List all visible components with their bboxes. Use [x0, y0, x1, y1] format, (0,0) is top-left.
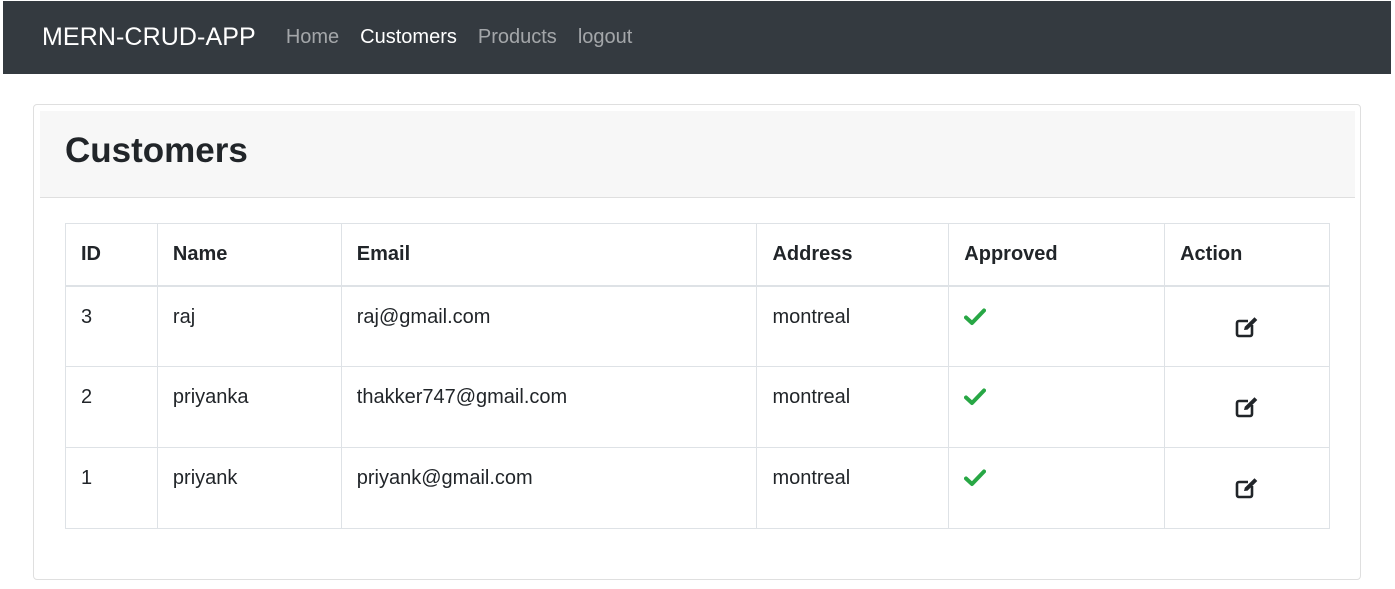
column-header-address: Address: [756, 223, 950, 287]
customers-card: Customers ID Name Email Address Approved…: [33, 104, 1361, 580]
card-header: Customers: [40, 111, 1355, 198]
cell-approved: [948, 366, 1166, 448]
nav-link-logout[interactable]: logout: [578, 26, 633, 49]
cell-address: montreal: [756, 447, 950, 529]
cell-address: montreal: [756, 285, 950, 367]
page-title: Customers: [65, 131, 248, 170]
cell-name: priyank: [156, 447, 342, 529]
nav-link-customers[interactable]: Customers: [360, 26, 457, 49]
customers-table: ID Name Email Address Approved Action 3 …: [65, 223, 1330, 529]
cell-action: [1164, 366, 1330, 448]
table-row: 1 priyank priyank@gmail.com montreal: [65, 447, 1330, 529]
edit-icon[interactable]: [1235, 396, 1259, 418]
check-icon: [964, 308, 987, 325]
cell-id: 3: [65, 285, 158, 367]
cell-email: raj@gmail.com: [340, 285, 758, 367]
column-header-approved: Approved: [948, 223, 1166, 287]
cell-id: 1: [65, 447, 158, 529]
cell-approved: [948, 285, 1166, 367]
cell-action: [1164, 285, 1330, 367]
check-icon: [964, 469, 987, 486]
page: MERN-CRUD-APP Home Customers Products lo…: [0, 0, 1395, 589]
check-icon: [964, 388, 987, 405]
table-row: 3 raj raj@gmail.com montreal: [65, 285, 1330, 367]
navbar-brand[interactable]: MERN-CRUD-APP: [42, 23, 256, 52]
column-header-id: ID: [65, 223, 158, 287]
nav-link-products[interactable]: Products: [478, 26, 557, 49]
cell-action: [1164, 447, 1330, 529]
table-row: 2 priyanka thakker747@gmail.com montreal: [65, 366, 1330, 448]
nav-link-home[interactable]: Home: [286, 26, 339, 49]
column-header-email: Email: [340, 223, 758, 287]
column-header-name: Name: [156, 223, 342, 287]
edit-icon[interactable]: [1235, 477, 1259, 499]
cell-name: priyanka: [156, 366, 342, 448]
navbar: MERN-CRUD-APP Home Customers Products lo…: [3, 1, 1391, 74]
cell-id: 2: [65, 366, 158, 448]
cell-email: priyank@gmail.com: [340, 447, 758, 529]
cell-email: thakker747@gmail.com: [340, 366, 758, 448]
cell-name: raj: [156, 285, 342, 367]
table-header-row: ID Name Email Address Approved Action: [65, 223, 1330, 287]
cell-approved: [948, 447, 1166, 529]
column-header-action: Action: [1164, 223, 1330, 287]
cell-address: montreal: [756, 366, 950, 448]
edit-icon[interactable]: [1235, 315, 1259, 338]
